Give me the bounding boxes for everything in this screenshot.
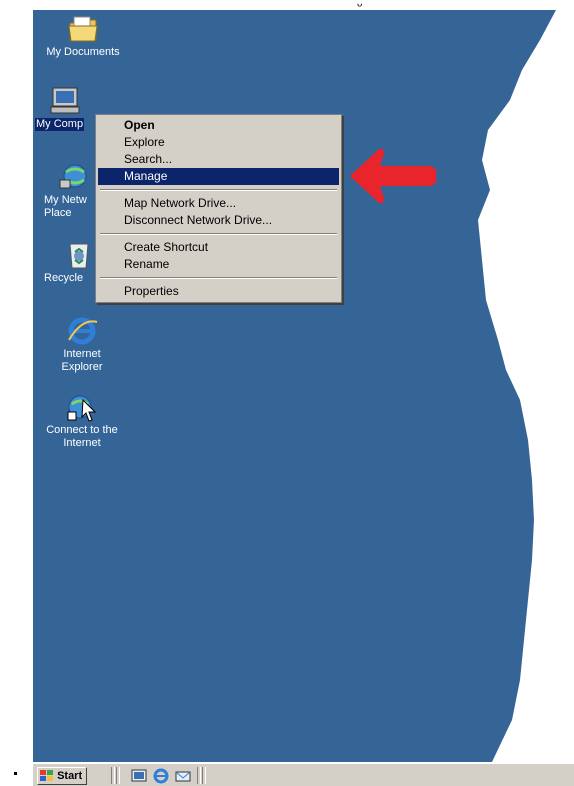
windows-flag-icon [40, 770, 53, 782]
menu-separator [100, 277, 337, 279]
recycle-bin-icon [69, 243, 89, 269]
red-arrow-icon [350, 148, 437, 204]
outlook-icon[interactable] [175, 768, 191, 784]
menu-item-disconnect-network-drive[interactable]: Disconnect Network Drive... [98, 212, 339, 229]
desktop-icon-recycle-bin[interactable]: Recycle [40, 240, 96, 285]
network-icon [59, 164, 87, 189]
menu-item-rename[interactable]: Rename [98, 256, 339, 273]
menu-item-map-network-drive[interactable]: Map Network Drive... [98, 195, 339, 212]
desktop-icon-my-documents[interactable]: My Documents [35, 14, 131, 59]
start-label: Start [57, 770, 83, 782]
internet-explorer-icon [68, 317, 98, 345]
start-button[interactable]: Start [37, 767, 88, 785]
taskbar-separator [197, 767, 201, 784]
menu-item-search[interactable]: Search... [98, 151, 339, 168]
desktop-icon-my-network-places[interactable]: My Netw Place [30, 162, 96, 220]
desktop: ᵕ My Documents My Comp My Netw Place Rec… [0, 0, 574, 785]
menu-item-create-shortcut[interactable]: Create Shortcut [98, 239, 339, 256]
desktop-icon-label: Recycle [44, 272, 84, 284]
taskbar: Start [33, 763, 574, 786]
menu-item-open[interactable]: Open [98, 117, 339, 134]
computer-icon [50, 87, 80, 114]
show-desktop-icon[interactable] [131, 768, 147, 784]
menu-separator [100, 189, 337, 191]
context-menu: Open Explore Search... Manage Map Networ… [95, 114, 342, 303]
internet-explorer-icon[interactable] [153, 768, 169, 784]
menu-item-manage[interactable]: Manage [98, 168, 339, 185]
folder-icon [68, 16, 98, 42]
desktop-icon-label: My Comp [35, 118, 85, 131]
taskbar-separator [202, 767, 206, 784]
menu-item-explore[interactable]: Explore [98, 134, 339, 151]
desktop-icon-label: Internet Explorer [61, 348, 103, 373]
desktop-icon-label: Connect to the Internet [46, 424, 118, 449]
menu-item-properties[interactable]: Properties [98, 283, 339, 300]
connect-icon [67, 395, 97, 422]
menu-separator [100, 233, 337, 235]
taskbar-separator [116, 767, 120, 784]
desktop-icon-label: My Documents [46, 46, 120, 58]
page-fragment-dot [14, 772, 17, 775]
desktop-icon-connect-to-internet[interactable]: Connect to the Internet [34, 392, 130, 450]
taskbar-separator [111, 767, 115, 784]
desktop-icon-my-computer[interactable]: My Comp [35, 86, 95, 131]
desktop-icon-internet-explorer[interactable]: Internet Explorer [34, 316, 130, 374]
page-fragment: ᵕ [357, 0, 363, 13]
